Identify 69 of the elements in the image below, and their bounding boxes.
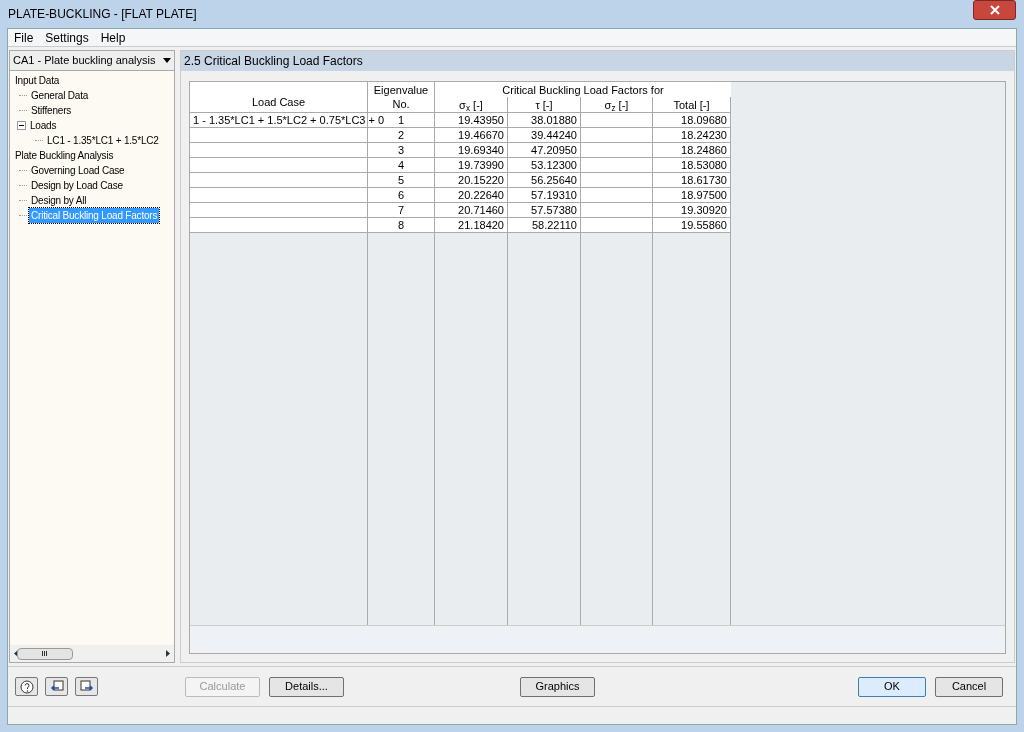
tree-item[interactable]: Stiffeners xyxy=(29,103,74,118)
table-cell: 57.19310 xyxy=(531,189,577,201)
panel-title: 2.5 Critical Buckling Load Factors xyxy=(181,51,1014,71)
tree-item[interactable]: Governing Load Case xyxy=(29,163,127,178)
case-dropdown[interactable]: CA1 - Plate buckling analysis xyxy=(10,51,174,71)
arrow-right-icon xyxy=(79,679,94,694)
dialog-button[interactable]: Cancel xyxy=(935,676,1003,697)
arrow-left-icon xyxy=(49,679,64,694)
help-button[interactable] xyxy=(15,677,38,696)
collapse-icon[interactable] xyxy=(17,121,26,130)
tree-item[interactable]: Plate Buckling Analysis xyxy=(13,148,116,163)
dialog-button[interactable]: OK xyxy=(858,676,926,697)
table-cell: 18.09680 xyxy=(681,114,727,126)
table-cell: 20.15220 xyxy=(458,174,504,186)
grip-icon xyxy=(41,651,48,656)
table-cell: 38.01880 xyxy=(531,114,577,126)
tree-item[interactable]: Design by Load Case xyxy=(29,178,125,193)
export-button[interactable] xyxy=(75,677,98,696)
tree-item[interactable]: Design by All xyxy=(29,193,89,208)
table-cell: 21.18420 xyxy=(458,219,504,231)
table-cell: 4 xyxy=(397,159,405,171)
tree-item[interactable]: Loads xyxy=(28,118,59,133)
table-cell: 19.69340 xyxy=(458,144,504,156)
action-button[interactable]: Details... xyxy=(269,676,344,697)
graphics-button[interactable]: Graphics xyxy=(520,676,595,697)
table-cell: 18.24230 xyxy=(681,129,727,141)
help-icon xyxy=(19,679,34,694)
table-cell: 39.44240 xyxy=(531,129,577,141)
caret-icon xyxy=(163,58,171,63)
table-cell: 18.97500 xyxy=(681,189,727,201)
window-title: PLATE-BUCKLING - [FLAT PLATE] xyxy=(8,6,197,23)
scroll-thumb[interactable] xyxy=(16,647,73,660)
table-cell: 3 xyxy=(397,144,405,156)
table-cell: 57.57380 xyxy=(531,204,577,216)
table-cell: 1 - 1.35*LC1 + 1.5*LC2 + 0.75*LC3 + 0 xyxy=(193,114,385,126)
table-cell: 1 xyxy=(397,114,405,126)
scroll-right-icon xyxy=(166,650,170,657)
table-cell: 7 xyxy=(397,204,405,216)
table-cell: 53.12300 xyxy=(531,159,577,171)
column-header: Eigenvalue No. xyxy=(373,83,429,111)
table-cell: 19.73990 xyxy=(458,159,504,171)
table-cell: 19.43950 xyxy=(458,114,504,126)
tree-item[interactable]: General Data xyxy=(29,88,91,103)
close-button[interactable] xyxy=(973,0,1016,20)
table-cell: 19.30920 xyxy=(681,204,727,216)
table-cell: 47.20950 xyxy=(531,144,577,156)
table-cell: 19.55860 xyxy=(681,219,727,231)
tree-item[interactable]: Input Data xyxy=(13,73,62,88)
table-cell: 19.46670 xyxy=(458,129,504,141)
menu-item[interactable]: File xyxy=(14,28,34,47)
tree-item[interactable]: LC1 - 1.35*LC1 + 1.5*LC2 xyxy=(45,133,161,148)
table-cell: 18.61730 xyxy=(681,174,727,186)
table-cell: 18.24860 xyxy=(681,144,727,156)
table-cell: 58.22110 xyxy=(531,219,577,231)
table-cell: 20.71460 xyxy=(458,204,504,216)
table-cell: 2 xyxy=(397,129,405,141)
table-cell: 56.25640 xyxy=(531,174,577,186)
column-header: Load Case xyxy=(190,82,368,112)
table-cell: 5 xyxy=(397,174,405,186)
menu-item[interactable]: Settings xyxy=(45,28,89,47)
table-cell: 18.53080 xyxy=(681,159,727,171)
table-cell: 6 xyxy=(397,189,405,201)
close-icon xyxy=(989,5,1000,15)
import-button[interactable] xyxy=(45,677,68,696)
group-header: Critical Buckling Load Factors for xyxy=(501,83,665,97)
horizontal-scrollbar[interactable] xyxy=(10,645,174,662)
table-cell: 8 xyxy=(397,219,405,231)
table-cell: 20.22640 xyxy=(458,189,504,201)
menu-item[interactable]: Help xyxy=(100,28,126,47)
